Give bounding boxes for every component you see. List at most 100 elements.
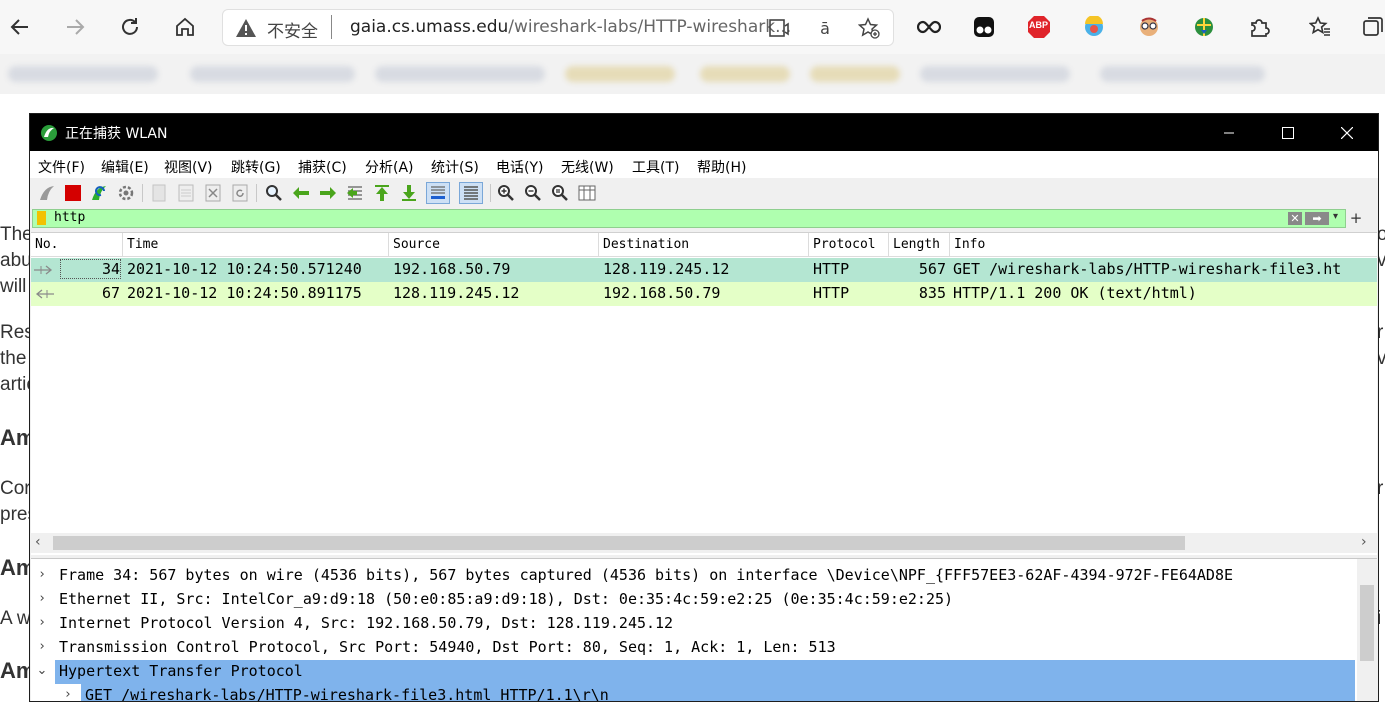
menu-file[interactable]: 文件(F) (38, 157, 85, 177)
go-forward-button[interactable] (317, 182, 339, 204)
blurred-favorite[interactable] (810, 66, 900, 82)
find-packet-button[interactable] (263, 182, 285, 204)
menu-wireless[interactable]: 无线(W) (561, 157, 614, 177)
apply-filter-button[interactable]: ➡ (1305, 212, 1329, 225)
infinity-extension-button[interactable] (916, 14, 942, 40)
filter-bookmark-icon[interactable] (37, 211, 46, 225)
menu-tools[interactable]: 工具(T) (632, 157, 679, 177)
minimize-button[interactable] (1200, 114, 1258, 151)
normal-size-button[interactable] (549, 182, 571, 204)
scroll-left-icon[interactable]: ‹ (35, 534, 41, 550)
extension-face-button[interactable] (1136, 14, 1162, 40)
blurred-favorite[interactable] (1100, 66, 1265, 82)
extensions-button[interactable] (1246, 14, 1272, 40)
detail-http-request-line[interactable]: GET /wireshark-labs/HTTP-wireshark-file3… (81, 684, 1355, 701)
capture-options-button[interactable] (115, 182, 137, 204)
url-text[interactable]: gaia.cs.umass.edu/wireshark-labs/HTTP-wi… (350, 17, 791, 37)
display-filter-input[interactable]: http (54, 210, 85, 225)
reload-file-button[interactable] (229, 182, 251, 204)
close-button[interactable] (1318, 114, 1376, 151)
column-destination[interactable]: Destination (599, 233, 809, 256)
zoom-out-button[interactable] (522, 182, 544, 204)
detail-http[interactable]: Hypertext Transfer Protocol (55, 660, 1355, 684)
resize-columns-button[interactable] (576, 182, 598, 204)
maximize-button[interactable] (1259, 114, 1317, 151)
detail-ipv4[interactable]: › Internet Protocol Version 4, Src: 192.… (31, 612, 1355, 636)
file-icon (152, 184, 166, 202)
blurred-favorite[interactable] (920, 66, 1070, 82)
save-file-button[interactable] (175, 182, 197, 204)
scrollbar-thumb[interactable] (1360, 585, 1374, 661)
blurred-favorite[interactable] (375, 66, 545, 82)
reader-view-button[interactable] (768, 16, 792, 40)
reload-button[interactable] (112, 9, 148, 45)
column-info[interactable]: Info (950, 233, 1377, 256)
zoom-in-button[interactable] (495, 182, 517, 204)
start-capture-button[interactable] (36, 182, 58, 204)
menu-telephony[interactable]: 电话(Y) (496, 157, 543, 177)
extension-globe-button[interactable] (1191, 14, 1217, 40)
packet-row[interactable]: 67 2021-10-12 10:24:50.891175 128.119.24… (31, 282, 1377, 306)
expand-arrow-icon[interactable]: › (35, 591, 49, 606)
detail-frame[interactable]: › Frame 34: 567 bytes on wire (4536 bits… (31, 564, 1355, 588)
response-arrow-icon (35, 289, 54, 299)
menu-capture[interactable]: 捕获(C) (298, 157, 347, 177)
details-vscrollbar[interactable] (1357, 559, 1377, 701)
tampermonkey-extension-button[interactable] (971, 14, 997, 40)
blurred-favorite[interactable] (190, 66, 355, 82)
colorize-button[interactable] (459, 182, 483, 204)
first-packet-button[interactable] (371, 182, 393, 204)
blurred-favorite[interactable] (565, 66, 675, 82)
menu-help[interactable]: 帮助(H) (697, 157, 746, 177)
stop-capture-button[interactable] (62, 182, 84, 204)
go-to-packet-button[interactable] (344, 182, 366, 204)
column-source[interactable]: Source (389, 233, 599, 256)
menu-view[interactable]: 视图(V) (164, 157, 213, 177)
adblock-plus-button[interactable]: ABP (1026, 14, 1052, 40)
background-text: will (0, 276, 27, 297)
expand-arrow-icon[interactable]: › (35, 639, 49, 654)
add-favorite-button[interactable] (857, 16, 881, 40)
expand-arrow-icon[interactable]: › (61, 687, 75, 701)
expand-arrow-icon[interactable]: › (35, 567, 49, 582)
packet-list-hscrollbar[interactable]: ‹ › (31, 533, 1377, 553)
menu-analyze[interactable]: 分析(A) (365, 157, 414, 177)
go-to-packet-icon (347, 186, 362, 200)
menu-edit[interactable]: 编辑(E) (101, 157, 149, 177)
detail-ethernet[interactable]: › Ethernet II, Src: IntelCor_a9:d9:18 (5… (31, 588, 1355, 612)
blurred-favorite[interactable] (700, 66, 790, 82)
open-file-button[interactable] (148, 182, 170, 204)
column-time[interactable]: Time (123, 233, 389, 256)
column-length[interactable]: Length (889, 233, 950, 256)
filter-history-dropdown[interactable]: ▾ (1333, 211, 1338, 222)
close-file-button[interactable] (202, 182, 224, 204)
menu-statistics[interactable]: 统计(S) (431, 157, 479, 177)
back-button[interactable] (2, 9, 38, 45)
clear-filter-button[interactable]: ✕ (1288, 212, 1302, 225)
blurred-favorite[interactable] (8, 66, 158, 82)
go-back-button[interactable] (290, 182, 312, 204)
address-bar[interactable]: 不安全 gaia.cs.umass.edu/wireshark-labs/HTT… (222, 9, 894, 46)
menu-go[interactable]: 跳转(G) (231, 157, 281, 177)
collapse-arrow-icon[interactable]: ⌄ (35, 663, 49, 678)
column-no[interactable]: No. (31, 233, 123, 256)
extension-shield-button[interactable] (1081, 14, 1107, 40)
restart-capture-button[interactable] (88, 182, 110, 204)
packet-row[interactable]: 34 2021-10-12 10:24:50.571240 192.168.50… (31, 258, 1377, 282)
translate-button[interactable]: ā (813, 16, 837, 40)
add-filter-button[interactable]: + (1349, 209, 1363, 227)
favorites-button[interactable] (1307, 14, 1333, 40)
last-packet-button[interactable] (398, 182, 420, 204)
expand-arrow-icon[interactable]: › (35, 615, 49, 630)
scrollbar-thumb[interactable] (53, 536, 1185, 550)
packet-source: 192.168.50.79 (393, 260, 511, 278)
window-titlebar[interactable]: 正在捕获 WLAN (30, 114, 1378, 151)
collections-button[interactable] (1360, 14, 1385, 40)
home-button[interactable] (167, 9, 203, 45)
autoscroll-button[interactable] (426, 182, 450, 204)
column-protocol[interactable]: Protocol (809, 233, 889, 256)
detail-tcp[interactable]: › Transmission Control Protocol, Src Por… (31, 636, 1355, 660)
display-filter-bar[interactable]: http ✕ ➡ ▾ (32, 209, 1346, 228)
forward-button[interactable] (57, 9, 93, 45)
scroll-right-icon[interactable]: › (1361, 534, 1367, 550)
